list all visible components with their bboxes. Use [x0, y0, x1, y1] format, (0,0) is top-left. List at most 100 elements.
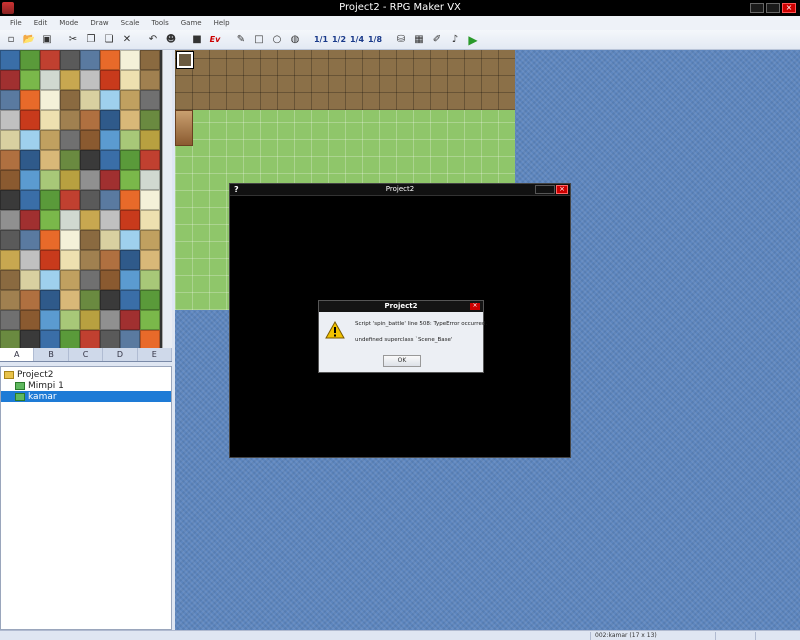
- playtest-icon[interactable]: ▶: [465, 32, 481, 48]
- new-project-icon[interactable]: ▫: [3, 32, 19, 48]
- tileset-tile[interactable]: [40, 50, 60, 70]
- tileset-tile[interactable]: [20, 270, 40, 290]
- character-icon[interactable]: ☻: [163, 32, 179, 48]
- tileset-tile[interactable]: [0, 150, 20, 170]
- tileset-tile[interactable]: [140, 290, 160, 310]
- delete-icon[interactable]: ✕: [119, 32, 135, 48]
- tileset-tile[interactable]: [0, 170, 20, 190]
- tileset-tile[interactable]: [20, 70, 40, 90]
- tileset-tile[interactable]: [80, 230, 100, 250]
- pencil-icon[interactable]: ✎: [233, 32, 249, 48]
- tileset-tile[interactable]: [100, 130, 120, 150]
- tileset-tile[interactable]: [60, 50, 80, 70]
- tileset-tile[interactable]: [140, 210, 160, 230]
- tileset-tile[interactable]: [80, 270, 100, 290]
- tileset-tile[interactable]: [40, 210, 60, 230]
- tileset-tile[interactable]: [120, 210, 140, 230]
- tileset-tile[interactable]: [60, 330, 80, 348]
- tileset-tile[interactable]: [80, 210, 100, 230]
- menu-edit[interactable]: Edit: [28, 16, 54, 30]
- scale-1-2-button[interactable]: 1/2: [331, 32, 347, 48]
- tileset-tile[interactable]: [60, 110, 80, 130]
- tree-item-project[interactable]: Project2: [4, 369, 54, 380]
- tileset-tile[interactable]: [60, 250, 80, 270]
- undo-icon[interactable]: ↶: [145, 32, 161, 48]
- tileset-tile[interactable]: [120, 150, 140, 170]
- tileset-tile[interactable]: [120, 70, 140, 90]
- tileset-tile[interactable]: [140, 330, 160, 348]
- scale-1-1-button[interactable]: 1/1: [313, 32, 329, 48]
- tileset-tile[interactable]: [20, 170, 40, 190]
- tileset-tile[interactable]: [140, 250, 160, 270]
- tileset-tile[interactable]: [60, 150, 80, 170]
- tileset-tile[interactable]: [120, 130, 140, 150]
- tileset-tile[interactable]: [20, 110, 40, 130]
- maximize-button[interactable]: [766, 3, 780, 13]
- tileset-tile[interactable]: [100, 70, 120, 90]
- tileset-tile[interactable]: [100, 110, 120, 130]
- scale-1-8-button[interactable]: 1/8: [367, 32, 383, 48]
- tileset-tile[interactable]: [100, 250, 120, 270]
- tileset-tile[interactable]: [140, 70, 160, 90]
- tileset-tile[interactable]: [80, 50, 100, 70]
- tileset-tile[interactable]: [40, 230, 60, 250]
- tileset-tile[interactable]: [60, 90, 80, 110]
- tileset-tile[interactable]: [40, 150, 60, 170]
- tileset-tile[interactable]: [100, 270, 120, 290]
- tileset-tile[interactable]: [20, 190, 40, 210]
- tileset-tile[interactable]: [0, 230, 20, 250]
- tileset-tile[interactable]: [80, 190, 100, 210]
- tileset-tile[interactable]: [20, 210, 40, 230]
- tileset-tile[interactable]: [0, 70, 20, 90]
- menu-scale[interactable]: Scale: [115, 16, 146, 30]
- tileset-tile[interactable]: [40, 70, 60, 90]
- tileset-tile[interactable]: [140, 50, 160, 70]
- dialog-close-button[interactable]: ×: [470, 303, 480, 310]
- tileset-tile[interactable]: [80, 330, 100, 348]
- tileset-tile[interactable]: [140, 150, 160, 170]
- tileset-tile[interactable]: [20, 310, 40, 330]
- tileset-tile[interactable]: [0, 90, 20, 110]
- menu-game[interactable]: Game: [175, 16, 208, 30]
- sound-test-icon[interactable]: ♪: [447, 32, 463, 48]
- tileset-tile[interactable]: [0, 330, 20, 348]
- menu-draw[interactable]: Draw: [84, 16, 114, 30]
- tileset-tile[interactable]: [100, 230, 120, 250]
- menu-help[interactable]: Help: [208, 16, 236, 30]
- tab-d[interactable]: D: [103, 348, 138, 361]
- database-icon[interactable]: ⛁: [393, 32, 409, 48]
- tileset-tile[interactable]: [120, 230, 140, 250]
- tileset-tile[interactable]: [100, 90, 120, 110]
- tree-item-map-selected[interactable]: kamar: [1, 391, 171, 402]
- ellipse-icon[interactable]: ○: [269, 32, 285, 48]
- tileset-tile[interactable]: [20, 90, 40, 110]
- script-editor-icon[interactable]: ✐: [429, 32, 445, 48]
- tileset-tile[interactable]: [100, 150, 120, 170]
- tab-a[interactable]: A: [0, 348, 35, 361]
- tileset-scrollbar[interactable]: [162, 50, 172, 348]
- tileset-tile[interactable]: [60, 270, 80, 290]
- tileset-tile[interactable]: [40, 90, 60, 110]
- tileset-tile[interactable]: [0, 50, 20, 70]
- tileset-palette[interactable]: [0, 50, 172, 348]
- copy-icon[interactable]: ❐: [83, 32, 99, 48]
- tileset-tile[interactable]: [40, 170, 60, 190]
- tileset-tile[interactable]: [20, 250, 40, 270]
- tileset-tile[interactable]: [120, 270, 140, 290]
- tileset-tile[interactable]: [120, 190, 140, 210]
- tab-b[interactable]: B: [34, 348, 69, 361]
- tileset-tile[interactable]: [140, 310, 160, 330]
- tileset-tile[interactable]: [20, 130, 40, 150]
- tileset-tile[interactable]: [140, 90, 160, 110]
- tileset-tile[interactable]: [0, 290, 20, 310]
- tileset-tile[interactable]: [20, 50, 40, 70]
- tileset-tile[interactable]: [40, 270, 60, 290]
- tileset-tile[interactable]: [0, 310, 20, 330]
- tileset-tile[interactable]: [80, 310, 100, 330]
- tileset-tile[interactable]: [0, 190, 20, 210]
- menu-file[interactable]: File: [4, 16, 28, 30]
- tileset-tile[interactable]: [120, 290, 140, 310]
- tileset-tile[interactable]: [40, 330, 60, 348]
- tileset-tile[interactable]: [140, 230, 160, 250]
- tileset-tile[interactable]: [60, 310, 80, 330]
